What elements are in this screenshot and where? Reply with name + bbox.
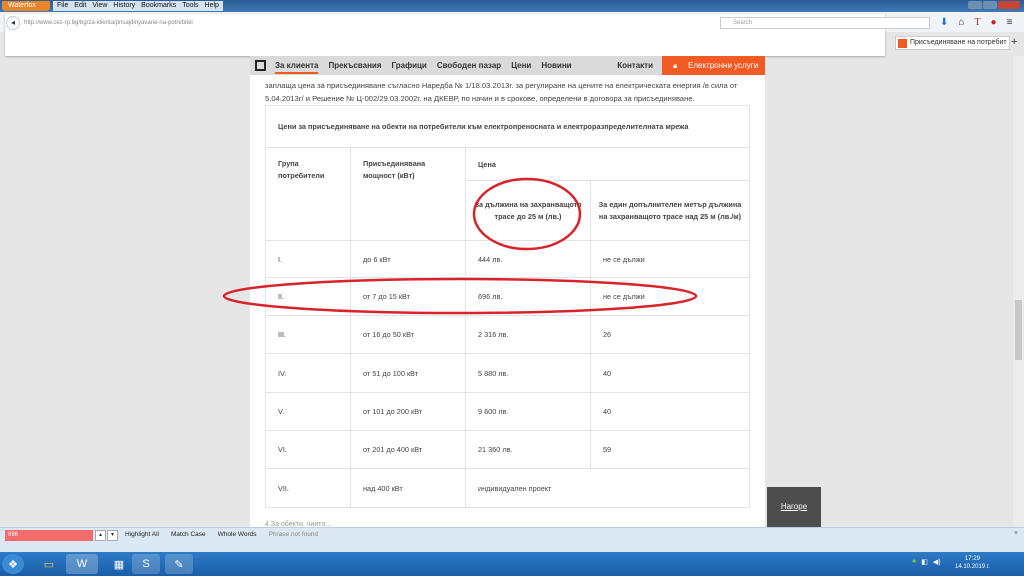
cell-group: V.: [265, 392, 351, 431]
table-row: V. от 101 до 200 кВт 9 600 лв. 40: [265, 392, 750, 431]
cez-logo-icon[interactable]: [255, 60, 266, 71]
table-row: I. до 6 кВт 444 лв. не се дължи: [265, 240, 750, 278]
clock[interactable]: 17:29 14.10.2019 г.: [955, 555, 990, 571]
cell-power: от 51 до 100 кВт: [350, 353, 466, 393]
cell-power: над 400 кВт: [350, 468, 466, 508]
url-bar[interactable]: http://www.cez-rp.bg/bg/za-klienta/prisa…: [24, 20, 193, 26]
cell-extra: 59: [590, 430, 750, 469]
calculator-icon[interactable]: ▦: [105, 554, 133, 574]
find-previous-button[interactable]: ▴: [95, 530, 106, 541]
cell-price: 696 лв.: [465, 277, 591, 316]
minimize-button[interactable]: [968, 1, 982, 9]
cell-power: от 201 до 400 кВт: [350, 430, 466, 469]
cell-price: 21 360 лв.: [465, 430, 591, 469]
find-input[interactable]: 696: [5, 530, 93, 541]
whole-words-toggle[interactable]: Whole Words: [218, 531, 257, 538]
paint-icon[interactable]: ✎: [165, 554, 193, 574]
header-power: Присъединявана мощност (кВт): [350, 147, 466, 241]
cell-extra: 40: [590, 392, 750, 431]
system-tray: ● ◧ ◀): [912, 558, 941, 566]
intro-paragraph: заплаща цена за присъединяване съгласно …: [265, 81, 738, 103]
table-row: II. от 7 до 15 кВт 696 лв. не се дължи: [265, 277, 750, 316]
back-to-top-button[interactable]: Нагоре: [767, 487, 821, 527]
cell-group: VI.: [265, 430, 351, 469]
find-next-button[interactable]: ▾: [107, 530, 118, 541]
cell-extra: 40: [590, 353, 750, 393]
back-button[interactable]: ◂: [6, 16, 20, 30]
tray-network-icon[interactable]: ◧: [921, 558, 928, 566]
extension-badge-icon[interactable]: ●: [991, 17, 997, 28]
prices-table: Цени за присъединяване на обекти на потр…: [265, 105, 750, 508]
highlight-all-toggle[interactable]: Highlight All: [125, 531, 159, 538]
tray-green-icon[interactable]: ●: [912, 558, 916, 566]
cell-group: IV.: [265, 353, 351, 393]
close-window-button[interactable]: [998, 1, 1020, 9]
close-find-bar-icon[interactable]: ×: [1014, 530, 1018, 537]
cell-price: индивидуален проект: [465, 468, 750, 508]
menu-help[interactable]: Help: [205, 1, 219, 11]
skype-icon[interactable]: S: [132, 554, 160, 574]
scrollbar[interactable]: [1013, 56, 1024, 527]
menu-bookmarks[interactable]: Bookmarks: [141, 1, 176, 11]
table-row: VII. над 400 кВт индивидуален проект: [265, 468, 750, 508]
start-button[interactable]: ❖: [2, 554, 24, 574]
waterfox-taskbar-icon[interactable]: W: [66, 554, 98, 574]
maximize-button[interactable]: [983, 1, 997, 9]
t-extension-icon[interactable]: T: [974, 17, 980, 28]
menu-history[interactable]: History: [113, 1, 135, 11]
eservices-button[interactable]: 🔒︎ Електронни услуги: [662, 56, 765, 75]
app-menu-button[interactable]: Waterfox: [2, 1, 50, 11]
cell-power: от 101 до 200 кВт: [350, 392, 466, 431]
search-input[interactable]: Search: [720, 17, 930, 29]
header-price: Цена: [465, 147, 750, 181]
cell-extra: не се дължи: [590, 277, 750, 316]
favicon-icon: [898, 39, 907, 48]
table-row: VI. от 201 до 400 кВт 21 360 лв. 59: [265, 430, 750, 469]
toolbar-icons: ⬇ ⌂ T ● ≡: [940, 17, 1012, 28]
menu-edit[interactable]: Edit: [74, 1, 86, 11]
nav-outages[interactable]: Прекъсвания: [328, 61, 381, 70]
window-controls: [968, 1, 1020, 9]
menu-bar: File Edit View History Bookmarks Tools H…: [53, 1, 223, 11]
new-tab-button[interactable]: +: [1011, 36, 1017, 48]
find-status: Phrase not found: [268, 531, 319, 538]
tray-volume-icon[interactable]: ◀): [933, 558, 941, 566]
cell-group: III.: [265, 315, 351, 354]
cell-extra: 26: [590, 315, 750, 354]
table-row: IV. от 51 до 100 кВт 5 880 лв. 40: [265, 353, 750, 393]
menu-tools[interactable]: Tools: [182, 1, 198, 11]
nav-free-market[interactable]: Свободен пазар: [437, 61, 501, 70]
match-case-toggle[interactable]: Match Case: [171, 531, 206, 538]
home-icon[interactable]: ⌂: [958, 17, 964, 28]
table-row: III. от 16 до 50 кВт 2 316 лв. 26: [265, 315, 750, 354]
menu-file[interactable]: File: [57, 1, 68, 11]
cell-power: от 16 до 50 кВт: [350, 315, 466, 354]
cell-price: 444 лв.: [465, 240, 591, 278]
cell-price: 2 316 лв.: [465, 315, 591, 354]
cell-power: до 6 кВт: [350, 240, 466, 278]
download-icon[interactable]: ⬇: [940, 17, 948, 28]
cell-extra: не се дължи: [590, 240, 750, 278]
cell-power: от 7 до 15 кВт: [350, 277, 466, 316]
nav-news[interactable]: Новини: [541, 61, 571, 70]
cell-price: 9 600 лв.: [465, 392, 591, 431]
nav-contacts[interactable]: Контакти: [617, 61, 653, 70]
cell-group: I.: [265, 240, 351, 278]
tab-active[interactable]: Присъединяване на потребит: [895, 36, 1010, 50]
nav-for-client[interactable]: За клиента: [275, 61, 319, 74]
menu-view[interactable]: View: [92, 1, 107, 11]
explorer-icon[interactable]: ▭: [35, 554, 63, 574]
cell-price: 5 880 лв.: [465, 353, 591, 393]
header-group: Група потребители: [265, 147, 351, 241]
nav-schedules[interactable]: Графици: [392, 61, 427, 70]
table-title: Цени за присъединяване на обекти на потр…: [265, 105, 750, 148]
header-price-up-to-25: За дължина на захранващото трасе до 25 м…: [465, 180, 591, 241]
scrollbar-thumb[interactable]: [1015, 300, 1022, 360]
header-price-extra-meter: За един допълнителен метър дължина на за…: [590, 180, 750, 241]
hamburger-menu-icon[interactable]: ≡: [1007, 17, 1013, 28]
lock-icon: 🔒︎: [673, 61, 678, 70]
cell-group: VII.: [265, 468, 351, 508]
nav-prices[interactable]: Цени: [511, 61, 531, 70]
cell-group: II.: [265, 277, 351, 316]
